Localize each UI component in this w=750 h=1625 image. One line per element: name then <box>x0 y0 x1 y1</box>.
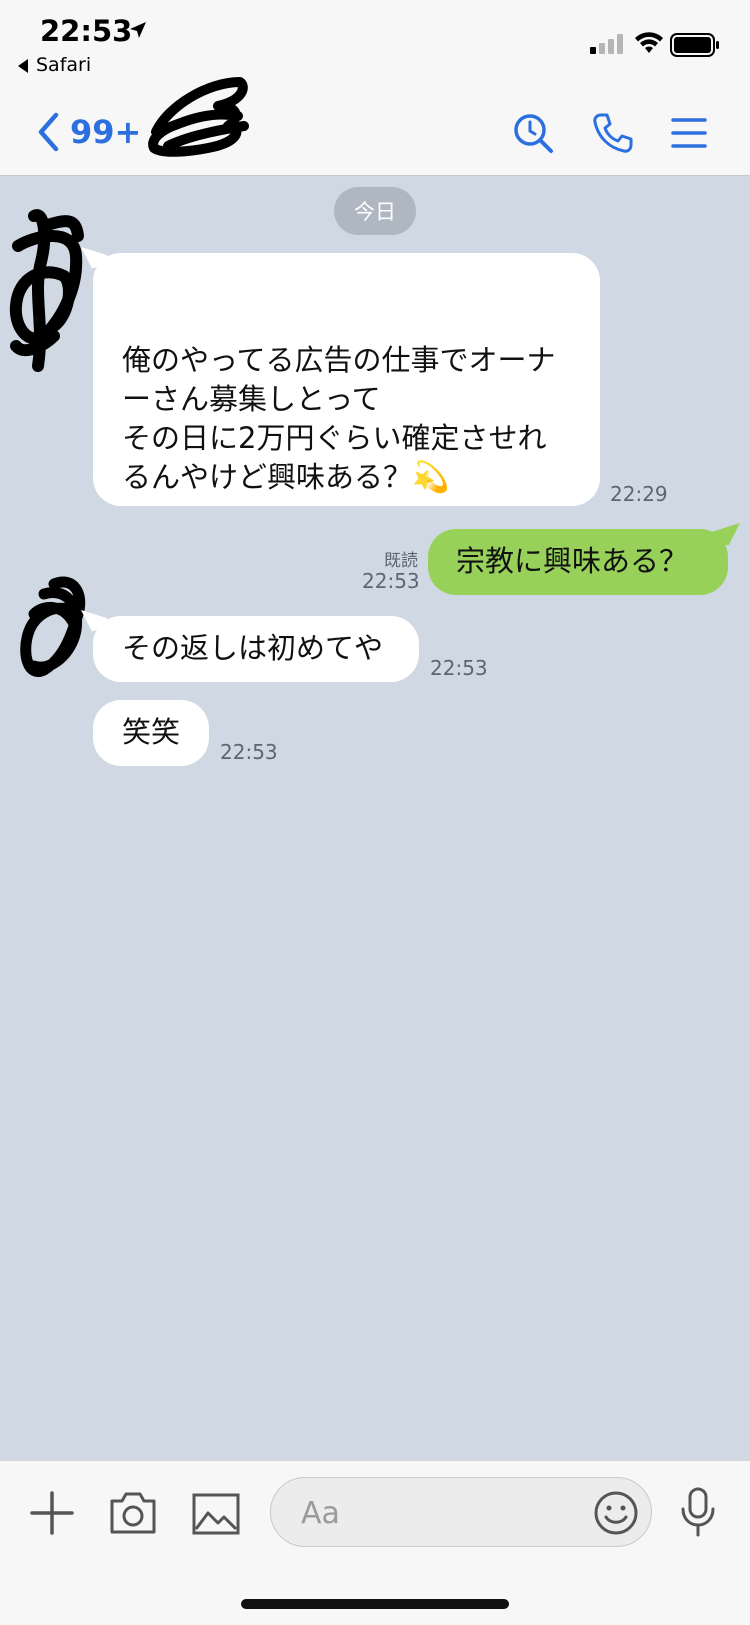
redacted-contact-name <box>148 77 249 157</box>
wifi-icon <box>635 32 663 53</box>
status-bar: 22:53 Safari <box>0 0 750 90</box>
received-message-bubble[interactable]: 俺のやってる広告の仕事でオーナ ーさん募集しとって その日に2万円ぐらい確定させ… <box>81 247 600 506</box>
cellular-signal-icon <box>590 34 623 54</box>
received-message-bubble[interactable]: その返しは初めてや <box>81 610 419 682</box>
message-text: その返しは初めてや <box>122 631 384 665</box>
sent-message-bubble[interactable]: 宗教に興味ある？ <box>428 523 740 595</box>
message-timestamp: 22:53 <box>220 740 278 764</box>
message-text: 笑笑 <box>122 715 181 749</box>
chat-header: 99+ <box>0 90 750 176</box>
search-icon[interactable] <box>512 112 554 154</box>
phone-call-icon[interactable] <box>592 112 634 154</box>
back-to-safari[interactable]: Safari <box>18 54 91 76</box>
message-timestamp: 22:29 <box>610 482 668 506</box>
menu-icon[interactable] <box>671 112 707 154</box>
message-text-input[interactable] <box>299 1492 583 1534</box>
message-timestamp: 22:53 <box>362 569 420 593</box>
plus-icon[interactable] <box>28 1489 76 1537</box>
microphone-icon[interactable] <box>680 1487 716 1537</box>
emoji-smiley-icon[interactable] <box>593 1490 639 1536</box>
back-button[interactable]: 99+ <box>36 110 141 154</box>
date-separator: 今日 <box>334 187 416 235</box>
chevron-left-icon <box>38 112 59 152</box>
message-input[interactable] <box>270 1477 652 1547</box>
battery-icon <box>670 33 719 57</box>
received-message-bubble[interactable]: 笑笑 <box>93 700 209 766</box>
read-receipt: 既読 <box>384 551 418 571</box>
redacted-avatar <box>9 209 84 372</box>
message-text: 宗教に興味ある？ <box>456 544 689 578</box>
bubble-tail <box>712 523 740 545</box>
home-indicator <box>241 1599 509 1609</box>
message-list[interactable]: 今日 俺のやってる広告の仕事でオーナ ーさん募集しとって その日に2万円ぐらい確… <box>0 176 750 1460</box>
image-gallery-icon[interactable] <box>192 1493 240 1535</box>
unread-count: 99+ <box>70 113 142 151</box>
back-app-label: Safari <box>36 54 92 76</box>
message-input-bar <box>0 1460 750 1625</box>
message-timestamp: 22:53 <box>430 656 488 680</box>
back-triangle-icon <box>18 58 28 73</box>
dizzy-emoji: 💫 <box>412 460 450 495</box>
message-text: 俺のやってる広告の仕事でオーナ ーさん募集しとって その日に2万円ぐらい確定させ… <box>122 343 556 494</box>
status-time: 22:53 <box>40 14 133 48</box>
redacted-avatar <box>20 576 86 677</box>
location-arrow-icon <box>130 22 146 38</box>
camera-icon[interactable] <box>108 1491 158 1535</box>
